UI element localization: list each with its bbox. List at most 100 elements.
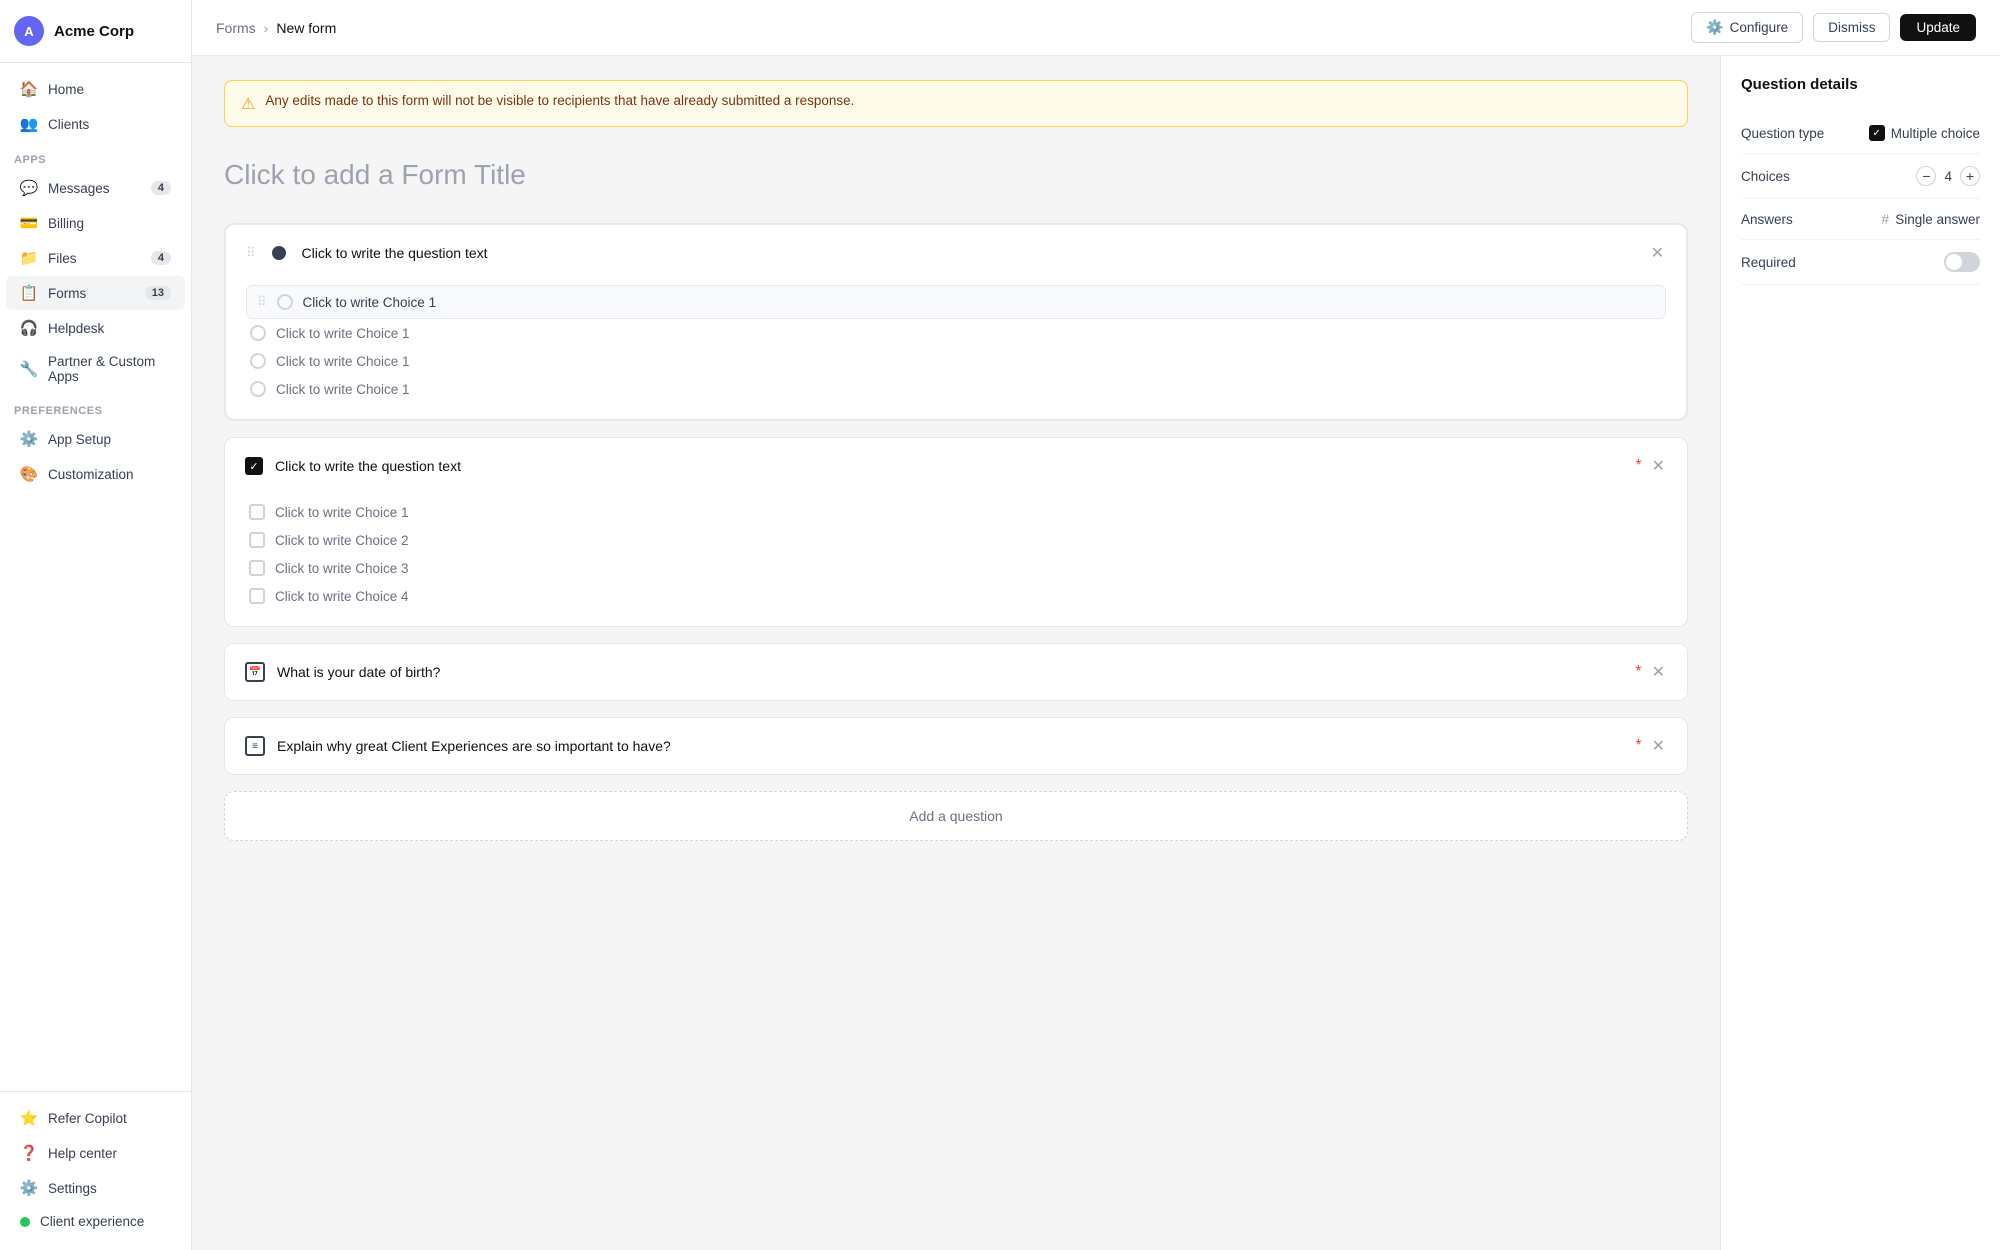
question-1-text[interactable]: Click to write the question text bbox=[302, 245, 1637, 261]
choice-text-2-1[interactable]: Click to write Choice 1 bbox=[275, 505, 409, 520]
sidebar-bottom: ⭐ Refer Copilot ❓ Help center ⚙️ Setting… bbox=[0, 1091, 191, 1250]
workspace: ⚠ Any edits made to this form will not b… bbox=[192, 56, 2000, 1250]
sidebar-nav: 🏠 Home 👥 Clients Apps 💬 Messages 4 💳 Bil… bbox=[0, 63, 191, 1091]
sidebar-logo[interactable]: A Acme Corp bbox=[0, 0, 191, 63]
choices-counter: − 4 + bbox=[1916, 166, 1980, 186]
choice-1-1[interactable]: ⠿ bbox=[246, 285, 1666, 319]
breadcrumb-root[interactable]: Forms bbox=[216, 20, 256, 36]
sidebar-item-partner-apps[interactable]: 🔧 Partner & Custom Apps bbox=[6, 346, 185, 392]
choices-decrement-button[interactable]: − bbox=[1916, 166, 1936, 186]
question-2-choices: Click to write Choice 1 Click to write C… bbox=[225, 494, 1687, 626]
forms-badge: 13 bbox=[145, 286, 171, 300]
choice-text-2-3[interactable]: Click to write Choice 3 bbox=[275, 561, 409, 576]
sidebar-item-label: Help center bbox=[48, 1146, 117, 1161]
drag-handle-q1[interactable]: ⠿ bbox=[246, 245, 256, 261]
breadcrumb-separator: › bbox=[264, 20, 269, 36]
topbar-actions: ⚙️ Configure Dismiss Update bbox=[1691, 12, 1976, 43]
panel-title: Question details bbox=[1741, 76, 1980, 93]
sidebar-item-helpdesk[interactable]: 🎧 Helpdesk bbox=[6, 311, 185, 345]
choices-increment-button[interactable]: + bbox=[1960, 166, 1980, 186]
sidebar-item-customization[interactable]: 🎨 Customization bbox=[6, 457, 185, 491]
sidebar-item-clients[interactable]: 👥 Clients bbox=[6, 107, 185, 141]
question-3-text[interactable]: What is your date of birth? bbox=[277, 664, 1623, 680]
hash-icon: # bbox=[1881, 211, 1889, 227]
sidebar-item-settings[interactable]: ⚙️ Settings bbox=[6, 1171, 185, 1205]
choice-1-3[interactable]: Click to write Choice 1 bbox=[246, 347, 1666, 375]
sidebar-item-help-center[interactable]: ❓ Help center bbox=[6, 1136, 185, 1170]
choice-checkbox-2-4 bbox=[249, 588, 265, 604]
choice-2-4[interactable]: Click to write Choice 4 bbox=[245, 582, 1667, 610]
alert-banner: ⚠ Any edits made to this form will not b… bbox=[224, 80, 1688, 127]
choice-input-1-1[interactable] bbox=[303, 295, 1655, 310]
choices-count: 4 bbox=[1944, 169, 1952, 184]
close-question-3-button[interactable]: ✕ bbox=[1650, 660, 1667, 684]
choice-text-1-2[interactable]: Click to write Choice 1 bbox=[276, 326, 410, 341]
messages-icon: 💬 bbox=[20, 179, 38, 197]
question-1-actions: ✕ bbox=[1649, 241, 1666, 265]
question-4-header: ≡ Explain why great Client Experiences a… bbox=[225, 718, 1687, 774]
choice-2-1[interactable]: Click to write Choice 1 bbox=[245, 498, 1667, 526]
sidebar-item-messages[interactable]: 💬 Messages 4 bbox=[6, 171, 185, 205]
sidebar-item-home[interactable]: 🏠 Home bbox=[6, 72, 185, 106]
logo-icon: A bbox=[14, 16, 44, 46]
choice-checkbox-2-3 bbox=[249, 560, 265, 576]
sidebar-item-app-setup[interactable]: ⚙️ App Setup bbox=[6, 422, 185, 456]
breadcrumb-current: New form bbox=[276, 20, 336, 36]
sidebar: A Acme Corp 🏠 Home 👥 Clients Apps 💬 Mess… bbox=[0, 0, 192, 1250]
choice-text-2-2[interactable]: Click to write Choice 2 bbox=[275, 533, 409, 548]
sidebar-item-billing[interactable]: 💳 Billing bbox=[6, 206, 185, 240]
partner-apps-icon: 🔧 bbox=[20, 360, 38, 378]
choice-2-3[interactable]: Click to write Choice 3 bbox=[245, 554, 1667, 582]
required-star-q3: * bbox=[1635, 663, 1641, 681]
apps-section-label: Apps bbox=[0, 142, 191, 170]
required-star-q4: * bbox=[1635, 737, 1641, 755]
required-toggle[interactable] bbox=[1944, 252, 1980, 272]
question-4-text[interactable]: Explain why great Client Experiences are… bbox=[277, 738, 1623, 754]
choice-radio-1-4 bbox=[250, 381, 266, 397]
company-name: Acme Corp bbox=[54, 23, 134, 40]
question-2-actions: * ✕ bbox=[1635, 454, 1667, 478]
question-2-header: ✓ Click to write the question text * ✕ bbox=[225, 438, 1687, 494]
multiple-choice-icon: ✓ bbox=[1869, 125, 1885, 141]
choice-1-4[interactable]: Click to write Choice 1 bbox=[246, 375, 1666, 403]
choice-text-1-4[interactable]: Click to write Choice 1 bbox=[276, 382, 410, 397]
configure-button[interactable]: ⚙️ Configure bbox=[1691, 12, 1803, 43]
choice-1-2[interactable]: Click to write Choice 1 bbox=[246, 319, 1666, 347]
dismiss-button[interactable]: Dismiss bbox=[1813, 13, 1890, 42]
question-card-2: ✓ Click to write the question text * ✕ C… bbox=[224, 437, 1688, 627]
sidebar-item-label: Customization bbox=[48, 467, 134, 482]
sidebar-item-files[interactable]: 📁 Files 4 bbox=[6, 241, 185, 275]
question-3-actions: * ✕ bbox=[1635, 660, 1667, 684]
update-button[interactable]: Update bbox=[1900, 14, 1976, 41]
close-question-4-button[interactable]: ✕ bbox=[1650, 734, 1667, 758]
close-question-2-button[interactable]: ✕ bbox=[1650, 454, 1667, 478]
sidebar-item-label: Billing bbox=[48, 216, 84, 231]
alert-icon: ⚠ bbox=[241, 94, 255, 114]
sidebar-item-client-experience[interactable]: Client experience bbox=[6, 1206, 185, 1237]
text-icon-q4: ≡ bbox=[245, 736, 265, 756]
sidebar-item-refer-copilot[interactable]: ⭐ Refer Copilot bbox=[6, 1101, 185, 1135]
right-panel: Question details Question type ✓ Multipl… bbox=[1720, 56, 2000, 1250]
answers-label: Answers bbox=[1741, 212, 1871, 227]
topbar: Forms › New form ⚙️ Configure Dismiss Up… bbox=[192, 0, 2000, 56]
question-3-header: 📅 What is your date of birth? * ✕ bbox=[225, 644, 1687, 700]
form-title[interactable]: Click to add a Form Title bbox=[224, 151, 1688, 199]
forms-icon: 📋 bbox=[20, 284, 38, 302]
add-question-button[interactable]: Add a question bbox=[224, 791, 1688, 841]
choice-radio-1-2 bbox=[250, 325, 266, 341]
choice-text-2-4[interactable]: Click to write Choice 4 bbox=[275, 589, 409, 604]
app-setup-icon: ⚙️ bbox=[20, 430, 38, 448]
choice-drag-handle[interactable]: ⠿ bbox=[257, 294, 267, 310]
question-type-value: ✓ Multiple choice bbox=[1869, 125, 1980, 141]
question-2-text[interactable]: Click to write the question text bbox=[275, 458, 1623, 474]
choice-checkbox-2-1 bbox=[249, 504, 265, 520]
choice-text-1-3[interactable]: Click to write Choice 1 bbox=[276, 354, 410, 369]
choice-2-2[interactable]: Click to write Choice 2 bbox=[245, 526, 1667, 554]
sidebar-item-label: Home bbox=[48, 82, 84, 97]
messages-badge: 4 bbox=[151, 181, 171, 195]
sidebar-item-label: Client experience bbox=[40, 1214, 144, 1229]
files-icon: 📁 bbox=[20, 249, 38, 267]
close-question-1-button[interactable]: ✕ bbox=[1649, 241, 1666, 265]
sidebar-item-forms[interactable]: 📋 Forms 13 bbox=[6, 276, 185, 310]
question-4-actions: * ✕ bbox=[1635, 734, 1667, 758]
